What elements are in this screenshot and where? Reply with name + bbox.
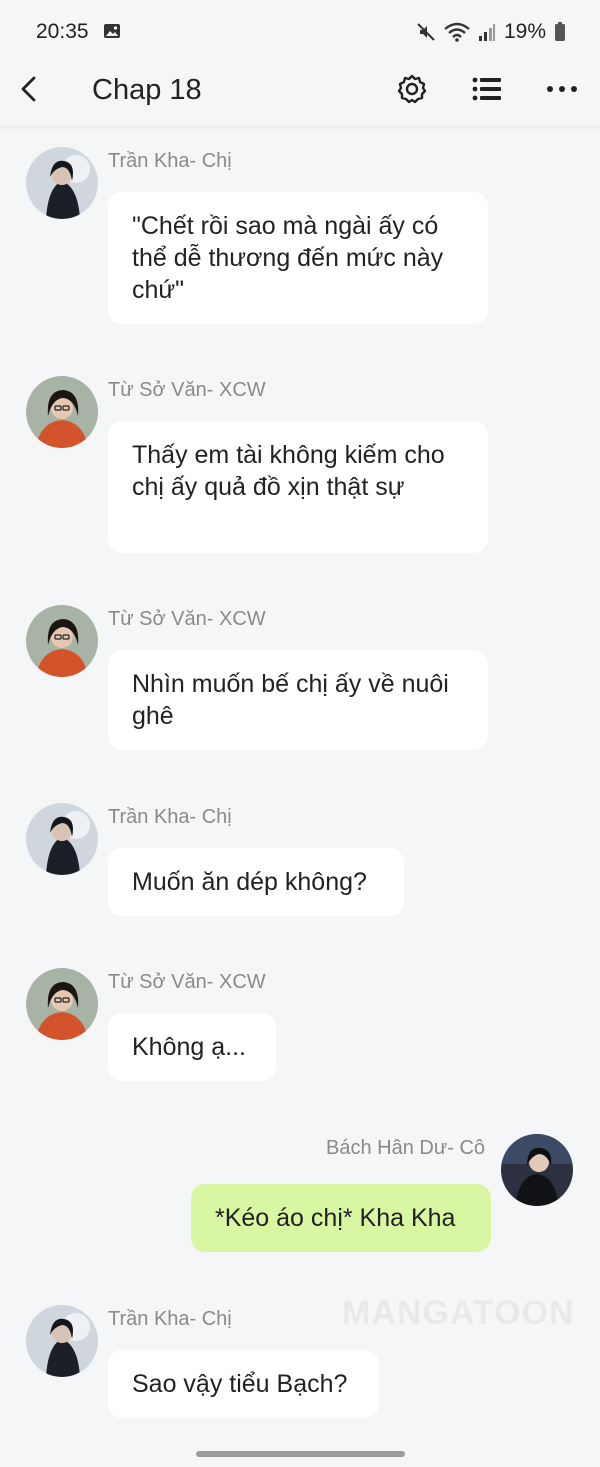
mute-icon bbox=[417, 23, 435, 41]
message-bubble[interactable]: Thấy em tài không kiếm cho chị ấy quả đồ… bbox=[108, 421, 488, 553]
sender-name: Trần Kha- Chị bbox=[108, 150, 232, 172]
avatar[interactable] bbox=[26, 1305, 98, 1377]
sender-name: Từ Sở Văn- XCW bbox=[108, 379, 266, 401]
back-arrow-icon[interactable] bbox=[14, 74, 44, 104]
page-title: Chap 18 bbox=[92, 74, 202, 106]
message-bubble-own[interactable]: *Kéo áo chị* Kha Kha bbox=[191, 1184, 491, 1252]
battery-icon bbox=[555, 22, 565, 41]
avatar[interactable] bbox=[26, 968, 98, 1040]
image-icon bbox=[104, 24, 120, 38]
list-icon[interactable] bbox=[472, 75, 502, 103]
sender-name: Trần Kha- Chị bbox=[108, 806, 232, 828]
signal-icon bbox=[478, 24, 495, 41]
avatar[interactable] bbox=[26, 803, 98, 875]
status-bar: 20:35 19% bbox=[0, 0, 600, 62]
sender-name: Bách Hân Dư- Cô bbox=[326, 1137, 486, 1159]
wifi-icon bbox=[444, 22, 470, 42]
watermark: MANGATOON bbox=[342, 1294, 575, 1332]
status-right: 19% bbox=[416, 20, 566, 44]
avatar[interactable] bbox=[501, 1134, 573, 1206]
sender-name: Trần Kha- Chị bbox=[108, 1308, 232, 1330]
message-bubble[interactable]: "Chết rồi sao mà ngài ấy có thể dễ thươn… bbox=[108, 192, 488, 324]
more-icon[interactable] bbox=[546, 84, 578, 94]
sender-name: Từ Sở Văn- XCW bbox=[108, 971, 266, 993]
avatar[interactable] bbox=[26, 147, 98, 219]
gear-icon[interactable] bbox=[396, 73, 428, 105]
app-bar: Chap 18 bbox=[0, 62, 600, 126]
home-indicator[interactable] bbox=[196, 1451, 405, 1457]
message-bubble[interactable]: Không ạ... bbox=[108, 1013, 276, 1081]
sender-name: Từ Sở Văn- XCW bbox=[108, 608, 266, 630]
avatar[interactable] bbox=[26, 605, 98, 677]
status-time: 20:35 bbox=[36, 20, 89, 43]
message-bubble[interactable]: Nhìn muốn bế chị ấy về nuôi ghê bbox=[108, 650, 488, 750]
battery-level: 19% bbox=[503, 20, 546, 43]
avatar[interactable] bbox=[26, 376, 98, 448]
message-bubble[interactable]: Muốn ăn dép không? bbox=[108, 848, 404, 916]
message-bubble[interactable]: Sao vậy tiểu Bạch? bbox=[108, 1350, 379, 1418]
